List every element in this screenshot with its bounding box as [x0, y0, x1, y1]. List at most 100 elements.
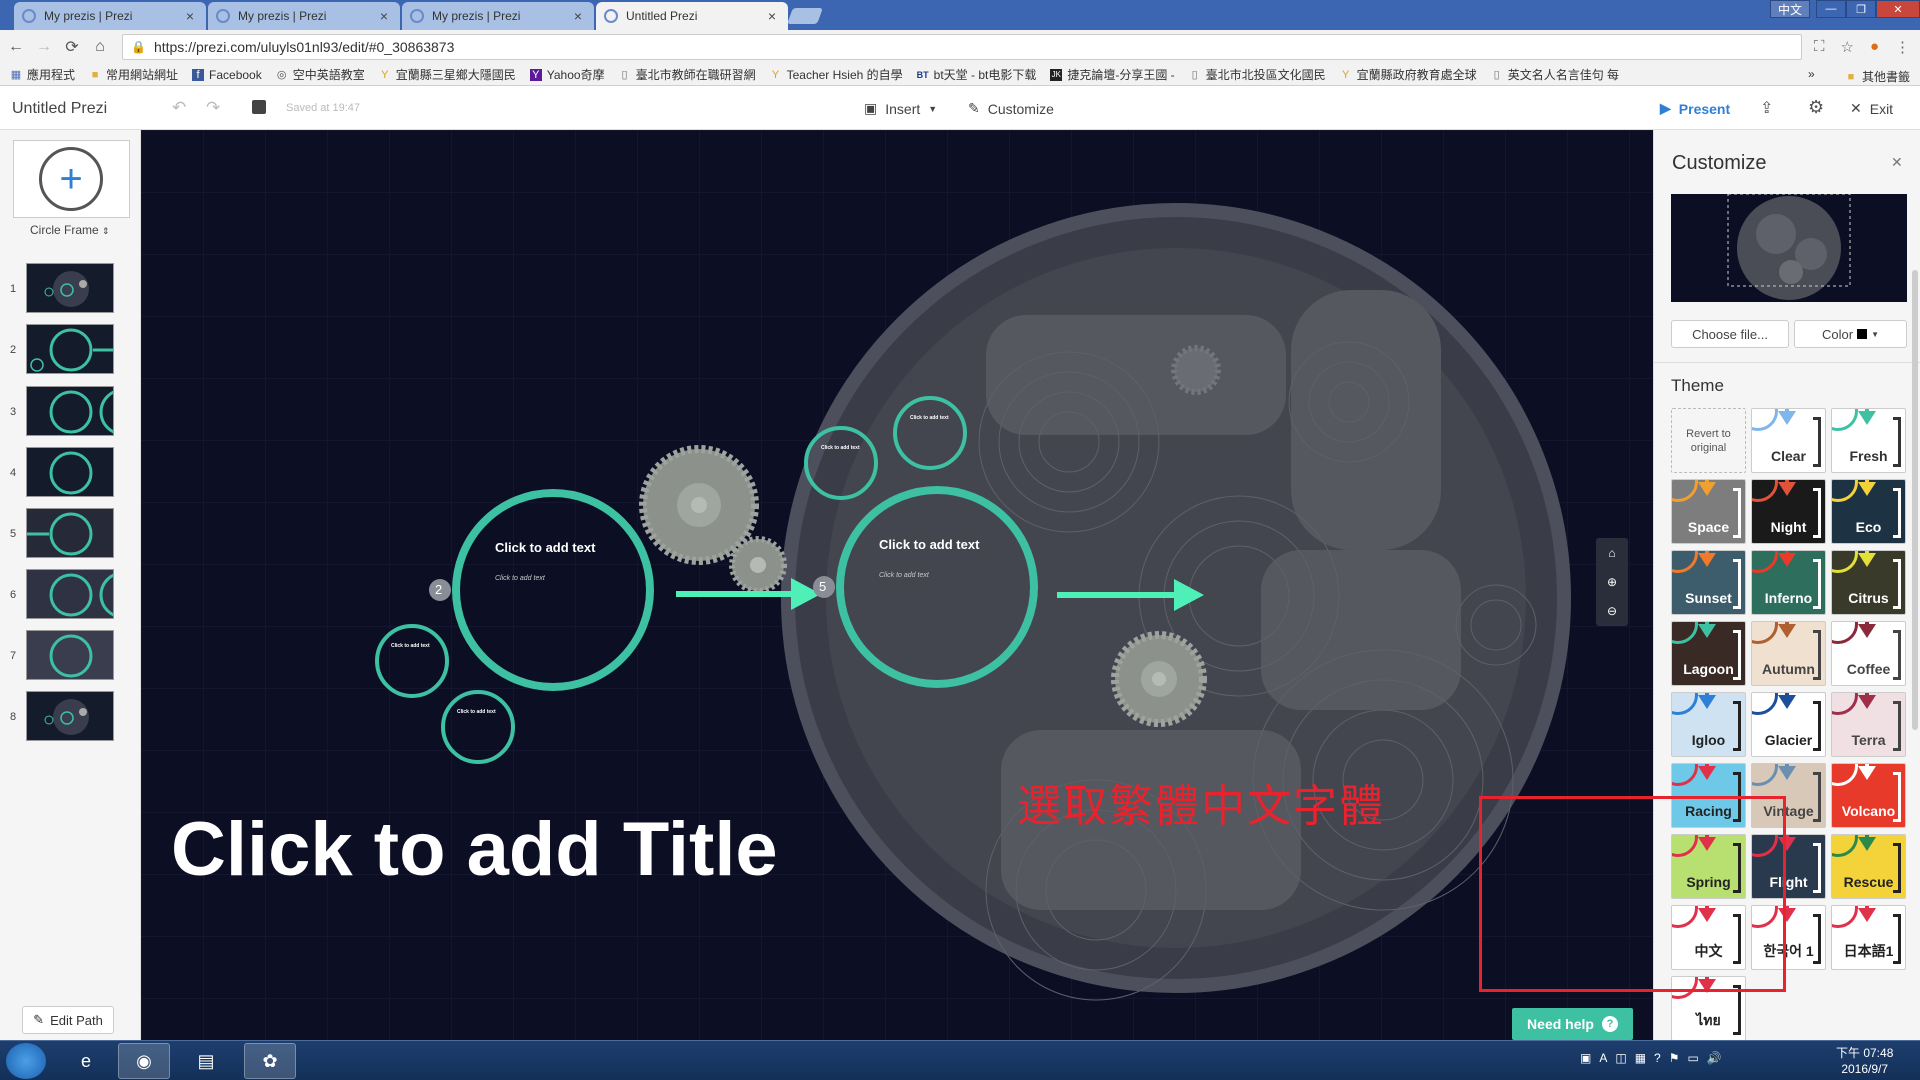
menu-icon[interactable]: ⋮ [1895, 38, 1910, 56]
frame-thumbnail[interactable]: 7 [0, 630, 141, 680]
bookmark-star-icon[interactable]: ☆ [1840, 38, 1853, 56]
theme-tile[interactable]: Autumn [1751, 621, 1826, 686]
reload-icon[interactable]: ⟳ [60, 37, 84, 57]
paint-icon[interactable]: ✿ [244, 1043, 296, 1079]
bookmark-item[interactable]: Y 宜蘭縣政府教育處全球 [1340, 66, 1477, 83]
theme-tile[interactable]: Citrus [1831, 550, 1906, 615]
chrome-icon[interactable]: ◉ [118, 1043, 170, 1079]
bookmark-item[interactable]: ◎ 空中英語教室 [276, 66, 365, 83]
frame-thumbnail[interactable]: 8 [0, 691, 141, 741]
edit-path-button[interactable]: ✎ Edit Path [22, 1006, 114, 1034]
save-icon[interactable] [252, 100, 266, 114]
theme-tile[interactable]: Coffee [1831, 621, 1906, 686]
bookmark-item[interactable]: BT bt天堂 - bt电影下载 [917, 66, 1037, 83]
volume-icon[interactable]: 🔊 [1707, 1051, 1722, 1065]
need-help-button[interactable]: Need help ? [1512, 1008, 1633, 1040]
small-frame-text[interactable]: Click to add text [910, 415, 949, 421]
zoom-out-icon[interactable]: ⊖ [1596, 596, 1628, 625]
small-frame-text[interactable]: Click to add text [821, 445, 860, 451]
choose-file-button[interactable]: Choose file... [1671, 320, 1789, 348]
bookmark-item[interactable]: ▯ 臺北市北投區文化國民 [1189, 66, 1326, 83]
theme-tile[interactable]: Eco [1831, 479, 1906, 544]
browser-tab[interactable]: My prezis | Prezi × [402, 2, 594, 30]
browser-tab[interactable]: My prezis | Prezi × [14, 2, 206, 30]
small-frame-text[interactable]: Click to add text [391, 643, 430, 649]
theme-tile[interactable]: Clear [1751, 408, 1826, 473]
frame2-title[interactable]: Click to add text [879, 537, 979, 552]
frame1-subtitle[interactable]: Click to add text [495, 575, 545, 582]
frame-thumbnail[interactable]: 2 [0, 324, 141, 374]
theme-tile[interactable]: Flight [1751, 834, 1826, 899]
browser-tab[interactable]: My prezis | Prezi × [208, 2, 400, 30]
revert-theme-button[interactable]: Revert to original [1671, 408, 1746, 473]
frame-thumbnail[interactable]: 3 [0, 386, 141, 436]
bookmark-item[interactable]: Y 宜蘭縣三星鄉大隱國民 [379, 66, 516, 83]
help-icon[interactable]: ? [1654, 1051, 1661, 1065]
back-icon[interactable]: ← [4, 38, 28, 56]
add-frame-button[interactable]: + [13, 140, 130, 218]
home-icon[interactable]: ⌂ [88, 38, 112, 56]
frame-thumbnail[interactable]: 4 [0, 447, 141, 497]
tray-icon[interactable]: ▦ [1635, 1051, 1646, 1065]
present-button[interactable]: ▶ Present [1660, 100, 1730, 117]
bookmarks-more-icon[interactable]: » [1808, 67, 1815, 81]
flag-icon[interactable]: ⚑ [1669, 1051, 1680, 1065]
small-frame-text[interactable]: Click to add text [457, 709, 496, 715]
panel-scrollbar[interactable] [1912, 270, 1918, 730]
theme-tile[interactable]: Sunset [1671, 550, 1746, 615]
extension-icon[interactable]: ● [1870, 38, 1879, 56]
network-icon[interactable]: ▭ [1688, 1051, 1699, 1065]
theme-tile[interactable]: Rescue [1831, 834, 1906, 899]
close-icon[interactable]: ✕ [1891, 154, 1903, 171]
theme-tile[interactable]: Volcano [1831, 763, 1906, 828]
minimize-icon[interactable]: — [1816, 0, 1846, 18]
zoom-in-icon[interactable]: ⊕ [1596, 567, 1628, 596]
color-picker-button[interactable]: Color ▼ [1794, 320, 1907, 348]
main-title[interactable]: Click to add Title [171, 806, 778, 893]
browser-tab-active[interactable]: Untitled Prezi × [596, 2, 788, 30]
bookmark-item[interactable]: f Facebook [192, 68, 262, 82]
clock[interactable]: 下午 07:48 2016/9/7 [1836, 1045, 1893, 1077]
tray-icon[interactable]: ◫ [1615, 1051, 1626, 1065]
gear-icon[interactable]: ⚙ [1808, 97, 1824, 118]
bookmark-item[interactable]: ▦ 應用程式 [10, 66, 75, 83]
path-step-number[interactable]: 5 [819, 579, 826, 594]
frame-type-select[interactable]: Circle Frame ⇕ [30, 223, 110, 237]
bookmark-item[interactable]: Y Teacher Hsieh 的自學 [770, 66, 903, 83]
theme-tile[interactable]: Racing [1671, 763, 1746, 828]
path-step-number[interactable]: 2 [435, 582, 442, 597]
close-window-icon[interactable]: ✕ [1876, 0, 1920, 18]
frame2-subtitle[interactable]: Click to add text [879, 572, 929, 579]
undo-icon[interactable]: ↶ [172, 98, 186, 118]
theme-tile[interactable]: Fresh [1831, 408, 1906, 473]
home-view-icon[interactable]: ⌂ [1596, 538, 1628, 567]
theme-tile[interactable]: 한국어 1 [1751, 905, 1826, 970]
ie-icon[interactable]: e [60, 1043, 112, 1079]
forward-icon[interactable]: → [32, 38, 56, 56]
theme-tile[interactable]: 日本語1 [1831, 905, 1906, 970]
theme-tile[interactable]: Inferno [1751, 550, 1826, 615]
new-tab-button[interactable] [787, 8, 823, 24]
maximize-icon[interactable]: ❐ [1846, 0, 1876, 18]
frame-thumbnail[interactable]: 5 [0, 508, 141, 558]
frame-thumbnail[interactable]: 6 [0, 569, 141, 619]
customize-button[interactable]: ✎ Customize [968, 100, 1054, 117]
theme-tile[interactable]: Igloo [1671, 692, 1746, 757]
ime-a-icon[interactable]: A [1599, 1051, 1607, 1065]
prezi-title[interactable]: Untitled Prezi [12, 100, 107, 118]
tray-icon[interactable]: ▣ [1580, 1051, 1591, 1065]
theme-tile[interactable]: Terra [1831, 692, 1906, 757]
bookmark-item[interactable]: JK 捷克論壇-分享王國 - [1050, 66, 1175, 83]
ime-indicator[interactable]: 中文 [1770, 0, 1810, 18]
close-tab-icon[interactable]: × [182, 8, 198, 24]
start-button[interactable] [6, 1043, 46, 1079]
theme-tile[interactable]: Night [1751, 479, 1826, 544]
close-tab-icon[interactable]: × [764, 8, 780, 24]
bookmark-item[interactable]: Y Yahoo奇摩 [529, 66, 605, 83]
frame-thumbnail[interactable]: 1 [0, 263, 141, 313]
share-icon[interactable]: ⇪ [1760, 98, 1773, 118]
bookmark-item[interactable]: ▯ 臺北市教師在職研習網 [619, 66, 756, 83]
theme-tile[interactable]: ไทย [1671, 976, 1746, 1040]
exit-button[interactable]: ✕ Exit [1850, 100, 1893, 117]
frame1-title[interactable]: Click to add text [495, 540, 595, 555]
